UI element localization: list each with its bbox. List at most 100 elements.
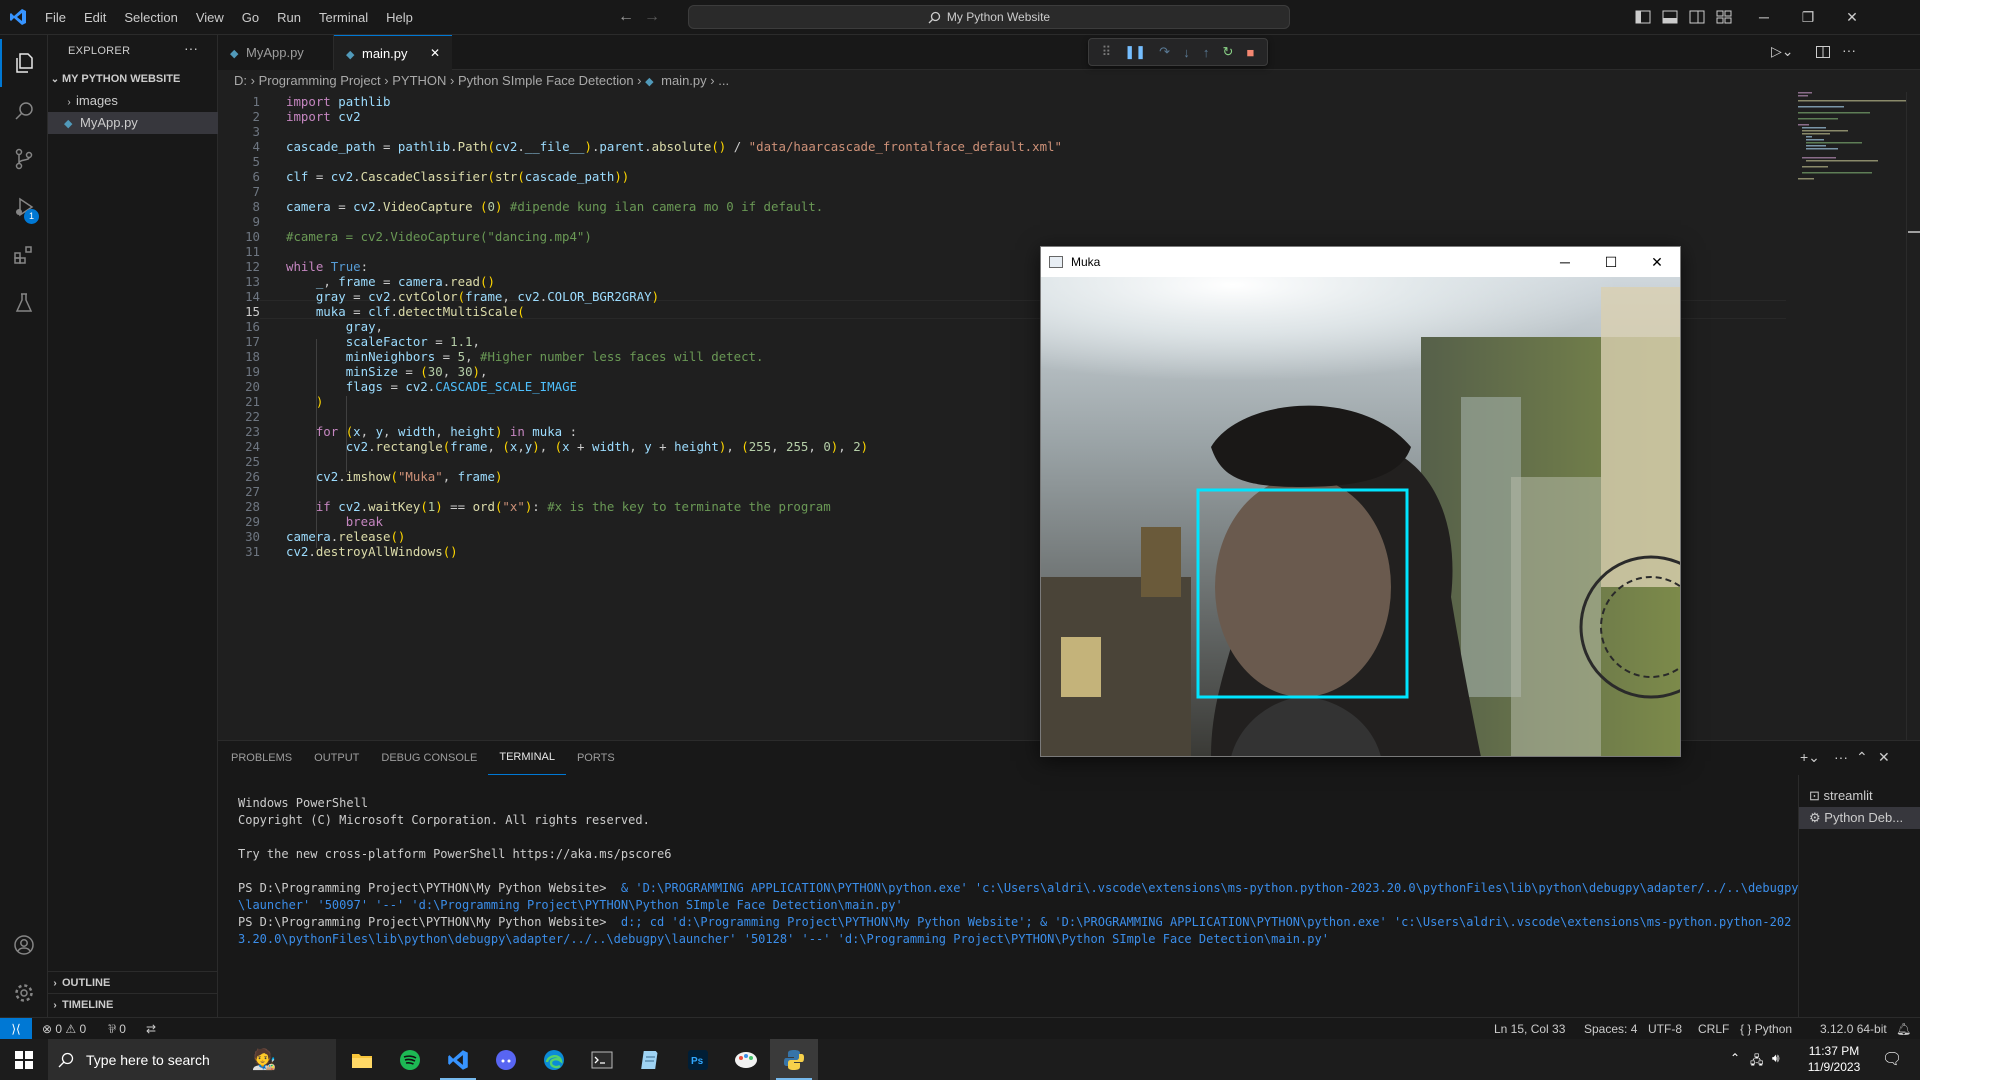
search-highlight-icon[interactable]: 🧑‍🎨 <box>252 1047 277 1072</box>
pause-icon[interactable]: ❚❚ <box>1124 44 1146 60</box>
stop-icon[interactable]: ■ <box>1247 45 1255 60</box>
language-mode[interactable]: { } Python <box>1740 1018 1792 1040</box>
indentation-status[interactable]: Spaces: 4 <box>1584 1018 1637 1040</box>
maximize-panel-icon[interactable]: ⌃ <box>1856 749 1868 766</box>
terminal-item-streamlit[interactable]: ⊡ streamlit <box>1799 785 1920 807</box>
camera-window-titlebar[interactable]: Muka ─ ☐ ✕ <box>1041 247 1680 277</box>
menu-edit[interactable]: Edit <box>75 0 115 35</box>
spotify-taskbar[interactable] <box>386 1039 434 1080</box>
remote-indicator-icon[interactable]: ⟩⟨ <box>0 1018 32 1040</box>
run-debug-activity[interactable]: 1 <box>0 183 48 231</box>
breadcrumb-item[interactable]: Programming Project <box>259 73 381 88</box>
eol-status[interactable]: CRLF <box>1698 1018 1729 1040</box>
menu-help[interactable]: Help <box>377 0 422 35</box>
tab-main[interactable]: ◆ main.py ✕ <box>334 35 452 70</box>
taskbar-search[interactable]: Type here to search 🧑‍🎨 <box>48 1039 336 1080</box>
run-python-file-icon[interactable]: ▷⌄ <box>1771 43 1794 60</box>
python-taskbar[interactable] <box>770 1039 818 1080</box>
tree-item-images[interactable]: › images <box>48 90 218 112</box>
discord-taskbar[interactable] <box>482 1039 530 1080</box>
problems-status[interactable]: ⊗ 0 ⚠ 0 <box>42 1018 86 1040</box>
toggle-panel-icon[interactable] <box>1661 8 1679 26</box>
notepad-taskbar[interactable] <box>626 1039 674 1080</box>
menu-run[interactable]: Run <box>268 0 310 35</box>
start-button[interactable] <box>0 1039 48 1080</box>
paint-taskbar[interactable] <box>722 1039 770 1080</box>
terminal-output[interactable]: Windows PowerShell Copyright (C) Microso… <box>238 795 1803 948</box>
toggle-secondary-sidebar-icon[interactable] <box>1688 8 1706 26</box>
editor-more-icon[interactable]: ··· <box>1842 42 1856 58</box>
file-explorer-taskbar[interactable] <box>338 1039 386 1080</box>
toggle-primary-sidebar-icon[interactable] <box>1634 8 1652 26</box>
camera-close-button[interactable]: ✕ <box>1634 247 1680 277</box>
camera-minimize-button[interactable]: ─ <box>1542 247 1588 277</box>
tab-terminal[interactable]: TERMINAL <box>488 741 566 775</box>
cursor-position[interactable]: Ln 15, Col 33 <box>1494 1018 1565 1040</box>
menu-file[interactable]: File <box>36 0 75 35</box>
close-tab-icon[interactable]: ✕ <box>430 36 440 71</box>
tab-debug-console[interactable]: DEBUG CONSOLE <box>370 741 488 775</box>
panel-more-icon[interactable]: ··· <box>1834 749 1848 765</box>
tray-chevron-up-icon[interactable]: ⌃ <box>1730 1051 1740 1065</box>
encoding-status[interactable]: UTF-8 <box>1648 1018 1682 1040</box>
breadcrumb-item[interactable]: PYTHON <box>392 73 446 88</box>
restore-button[interactable]: ❐ <box>1786 0 1830 35</box>
editor-scrollbar[interactable] <box>1906 92 1920 740</box>
edge-icon <box>544 1049 564 1070</box>
tab-output[interactable]: OUTPUT <box>303 741 370 775</box>
workspace-folder[interactable]: ⌄ MY PYTHON WEBSITE <box>48 68 218 90</box>
terminal-item-python-debug[interactable]: ⚙ Python Deb... <box>1799 807 1920 829</box>
step-over-icon[interactable]: ↷ <box>1159 44 1170 60</box>
breadcrumb-item[interactable]: ... <box>718 73 729 88</box>
close-button[interactable]: ✕ <box>1830 0 1874 35</box>
breadcrumb-item[interactable]: Python SImple Face Detection <box>458 73 634 88</box>
restart-icon[interactable]: ↻ <box>1223 44 1234 60</box>
extensions-activity[interactable] <box>0 231 48 279</box>
taskbar-clock[interactable]: 11:37 PM 11/9/2023 <box>1798 1043 1870 1075</box>
step-out-icon[interactable]: ↑ <box>1203 45 1210 60</box>
notifications-bell-icon[interactable]: 🔔︎ <box>1896 1018 1911 1040</box>
terminal-taskbar[interactable] <box>578 1039 626 1080</box>
manage-activity[interactable] <box>0 969 48 1017</box>
tree-item-myapp[interactable]: ◆ MyApp.py <box>48 112 218 134</box>
menu-terminal[interactable]: Terminal <box>310 0 377 35</box>
split-editor-icon[interactable] <box>1815 44 1831 60</box>
camera-maximize-button[interactable]: ☐ <box>1588 247 1634 277</box>
forward-arrow-icon[interactable]: → <box>642 7 662 27</box>
breadcrumb-item[interactable]: D: <box>234 73 247 88</box>
close-panel-icon[interactable]: ✕ <box>1878 749 1890 766</box>
tab-myapp[interactable]: ◆ MyApp.py <box>218 35 334 70</box>
back-arrow-icon[interactable]: ← <box>616 7 636 27</box>
notification-center-icon[interactable]: 🗨︎ <box>1882 1049 1902 1069</box>
volume-icon[interactable]: 🔊︎ <box>1772 1051 1780 1066</box>
menu-go[interactable]: Go <box>233 0 268 35</box>
network-icon[interactable]: 🖧︎ <box>1750 1051 1763 1072</box>
source-control-activity[interactable] <box>0 135 48 183</box>
photoshop-taskbar[interactable]: Ps <box>674 1039 722 1080</box>
timeline-section[interactable]: › TIMELINE <box>48 993 218 1015</box>
edge-taskbar[interactable] <box>530 1039 578 1080</box>
drag-handle-icon[interactable]: ⠿ <box>1102 44 1112 60</box>
more-actions-icon[interactable]: ··· <box>184 40 198 56</box>
new-terminal-icon[interactable]: +⌄ <box>1800 749 1820 766</box>
step-into-icon[interactable]: ↓ <box>1183 45 1190 60</box>
minimap[interactable] <box>1786 92 1908 740</box>
explorer-activity[interactable] <box>0 39 48 87</box>
accounts-activity[interactable] <box>0 921 48 969</box>
breadcrumb-item[interactable]: main.py <box>661 73 707 88</box>
menu-view[interactable]: View <box>187 0 233 35</box>
search-activity[interactable] <box>0 87 48 135</box>
interpreter-version[interactable]: 3.12.0 64-bit <box>1820 1018 1887 1040</box>
customize-layout-icon[interactable] <box>1715 8 1733 26</box>
camera-window[interactable]: Muka ─ ☐ ✕ <box>1040 246 1681 757</box>
tab-ports[interactable]: PORTS <box>566 741 626 775</box>
outline-section[interactable]: › OUTLINE <box>48 971 218 993</box>
command-center-search[interactable]: My Python Website <box>688 5 1290 29</box>
live-share-icon[interactable]: ⇄ <box>146 1018 156 1040</box>
tab-problems[interactable]: PROBLEMS <box>220 741 303 775</box>
vscode-taskbar[interactable] <box>434 1039 482 1080</box>
testing-activity[interactable] <box>0 279 48 327</box>
minimize-button[interactable]: ─ <box>1742 0 1786 35</box>
ports-status[interactable]: ⅌ 0 <box>108 1018 126 1040</box>
menu-selection[interactable]: Selection <box>115 0 186 35</box>
